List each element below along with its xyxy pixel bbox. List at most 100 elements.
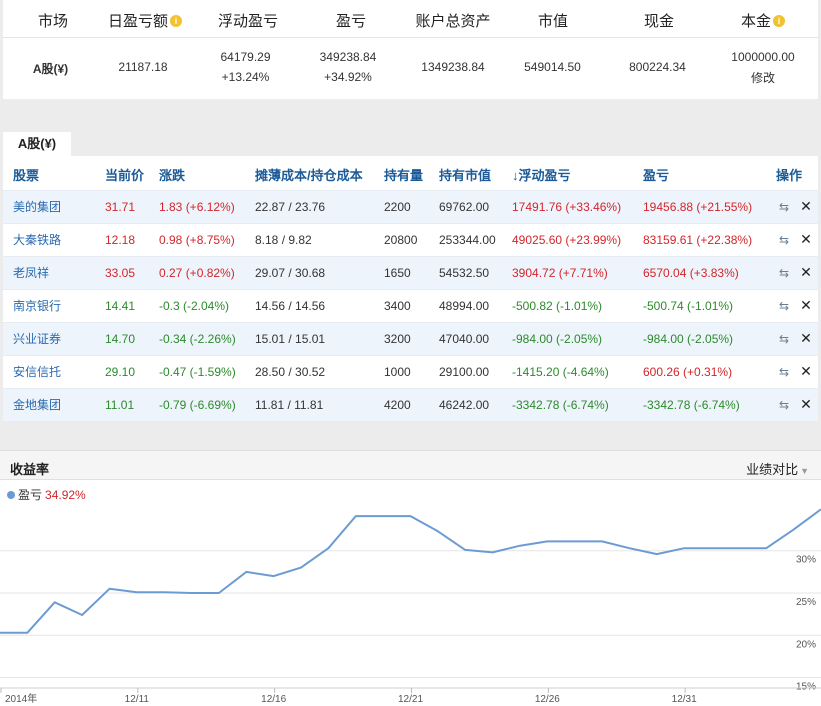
data-point[interactable] bbox=[298, 565, 304, 571]
table-row[interactable]: 安信信托 29.10 -0.47 (-1.59%) 28.50 / 30.52 1000… bbox=[3, 354, 818, 388]
cell-name[interactable]: 大秦铁路 bbox=[3, 222, 95, 256]
col-change[interactable]: 涨跌 bbox=[149, 160, 245, 190]
cell-qty: 2200 bbox=[374, 189, 429, 223]
x-tick-label: 12/16 bbox=[261, 694, 286, 705]
header-market-label: 市场 bbox=[37, 13, 68, 30]
cell-cost: 15.01 / 15.01 bbox=[245, 321, 374, 355]
data-point[interactable] bbox=[599, 538, 605, 544]
cell-value: 253344.00 bbox=[429, 222, 502, 256]
data-point[interactable] bbox=[681, 545, 687, 551]
cell-float-pnl: -984.00 (-2.05%) bbox=[502, 321, 633, 355]
data-point[interactable] bbox=[654, 551, 660, 557]
data-point[interactable] bbox=[24, 630, 30, 636]
data-point[interactable] bbox=[572, 538, 578, 544]
table-row[interactable]: 金地集团 11.01 -0.79 (-6.69%) 11.81 / 11.81 4200… bbox=[3, 387, 818, 421]
data-point[interactable] bbox=[544, 538, 550, 544]
cell-name[interactable]: 老凤祥 bbox=[3, 255, 95, 289]
col-floating-pnl[interactable]: ↓浮动盈亏 bbox=[502, 160, 633, 190]
cell-name[interactable]: 金地集团 bbox=[3, 387, 95, 421]
tab-a-shares[interactable]: A股(¥) bbox=[3, 132, 71, 156]
data-point[interactable] bbox=[134, 589, 140, 595]
data-point[interactable] bbox=[380, 513, 386, 519]
table-row[interactable]: 老凤祥 33.05 0.27 (+0.82%) 29.07 / 30.68 1650 54… bbox=[3, 255, 818, 289]
cell-name[interactable]: 美的集团 bbox=[3, 189, 95, 223]
compare-dropdown[interactable]: 业绩对比 ▼ bbox=[746, 459, 809, 478]
swap-icon[interactable]: ⇆ bbox=[776, 365, 792, 379]
holdings-header-row: 股票 当前价 涨跌 摊薄成本/持仓成本 持有量 持有市值 ↓浮动盈亏 盈亏 操作 bbox=[3, 160, 818, 190]
holdings-body: 美的集团 31.71 1.83 (+6.12%) 22.87 / 23.76 2200 6… bbox=[3, 189, 818, 421]
cell-name[interactable]: 兴业证券 bbox=[3, 321, 95, 355]
cell-name[interactable]: 安信信托 bbox=[3, 354, 95, 388]
cell-cost: 11.81 / 11.81 bbox=[245, 387, 374, 421]
data-point[interactable] bbox=[106, 586, 112, 592]
summary-market-value: 549014.50 bbox=[524, 60, 581, 74]
data-point[interactable] bbox=[79, 612, 85, 618]
data-point[interactable] bbox=[408, 513, 414, 519]
series-line-pnl[interactable] bbox=[0, 508, 821, 634]
cell-actions: ⇆ ✕ bbox=[766, 288, 818, 322]
data-point[interactable] bbox=[435, 528, 441, 534]
swap-icon[interactable]: ⇆ bbox=[776, 332, 792, 346]
col-qty[interactable]: 持有量 bbox=[374, 160, 429, 190]
close-icon[interactable]: ✕ bbox=[798, 330, 814, 347]
col-pnl[interactable]: 盈亏 bbox=[633, 160, 766, 190]
info-icon[interactable]: i bbox=[170, 15, 182, 27]
data-point[interactable] bbox=[161, 589, 167, 595]
returns-line-chart: 15% 20% 25% 30% 2014年 12/11 12/16 12/21 12/26 12/… bbox=[0, 508, 821, 705]
data-point[interactable] bbox=[791, 527, 797, 533]
cell-change: 1.83 (+6.12%) bbox=[149, 189, 245, 223]
cell-name[interactable]: 南京银行 bbox=[3, 288, 95, 322]
swap-icon[interactable]: ⇆ bbox=[776, 200, 792, 214]
data-point[interactable] bbox=[189, 590, 195, 596]
data-point[interactable] bbox=[736, 545, 742, 551]
close-icon[interactable]: ✕ bbox=[798, 297, 814, 314]
header-total-assets: 账户总资产 bbox=[403, 10, 503, 31]
cell-value: 48994.00 bbox=[429, 288, 502, 322]
data-point[interactable] bbox=[52, 599, 58, 605]
data-point[interactable] bbox=[490, 549, 496, 555]
close-icon[interactable]: ✕ bbox=[798, 363, 814, 380]
edit-principal-link[interactable]: 修改 bbox=[718, 69, 808, 86]
cell-actions: ⇆ ✕ bbox=[766, 222, 818, 256]
summary-principal: 1000000.00 bbox=[731, 50, 795, 64]
cell-value: 54532.50 bbox=[429, 255, 502, 289]
table-row[interactable]: 美的集团 31.71 1.83 (+6.12%) 22.87 / 23.76 2200 6… bbox=[3, 189, 818, 223]
swap-icon[interactable]: ⇆ bbox=[776, 299, 792, 313]
close-icon[interactable]: ✕ bbox=[798, 396, 814, 413]
cell-qty: 3400 bbox=[374, 288, 429, 322]
data-point[interactable] bbox=[626, 545, 632, 551]
data-point[interactable] bbox=[353, 513, 359, 519]
close-icon[interactable]: ✕ bbox=[798, 264, 814, 281]
cell-float-pnl: -500.82 (-1.01%) bbox=[502, 288, 633, 322]
close-icon[interactable]: ✕ bbox=[798, 198, 814, 215]
data-point[interactable] bbox=[216, 590, 222, 596]
data-point[interactable] bbox=[325, 545, 331, 551]
table-row[interactable]: 南京银行 14.41 -0.3 (-2.04%) 14.56 / 14.56 3400 4… bbox=[3, 288, 818, 322]
col-value[interactable]: 持有市值 bbox=[429, 160, 502, 190]
data-point[interactable] bbox=[517, 543, 523, 549]
info-icon[interactable]: i bbox=[773, 15, 785, 27]
data-point[interactable] bbox=[243, 569, 249, 575]
y-tick-label: 15% bbox=[796, 682, 816, 693]
cell-cost: 8.18 / 9.82 bbox=[245, 222, 374, 256]
col-price[interactable]: 当前价 bbox=[95, 160, 149, 190]
swap-icon[interactable]: ⇆ bbox=[776, 398, 792, 412]
col-stock[interactable]: 股票 bbox=[3, 160, 95, 190]
col-cost[interactable]: 摊薄成本/持仓成本 bbox=[245, 160, 374, 190]
header-principal-label: 本金 bbox=[740, 13, 771, 30]
cell-qty: 1650 bbox=[374, 255, 429, 289]
data-point[interactable] bbox=[462, 547, 468, 553]
x-tick-label: 2014年 bbox=[5, 692, 37, 705]
data-point[interactable] bbox=[709, 545, 715, 551]
data-point[interactable] bbox=[763, 545, 769, 551]
header-market-value-label: 市值 bbox=[537, 13, 568, 30]
swap-icon[interactable]: ⇆ bbox=[776, 266, 792, 280]
table-row[interactable]: 兴业证券 14.70 -0.34 (-2.26%) 15.01 / 15.01 3200… bbox=[3, 321, 818, 355]
cell-change: -0.47 (-1.59%) bbox=[149, 354, 245, 388]
summary-floating-pnl: 64179.29 bbox=[220, 50, 271, 64]
data-point[interactable] bbox=[271, 573, 277, 579]
swap-icon[interactable]: ⇆ bbox=[776, 233, 792, 247]
table-row[interactable]: 大秦铁路 12.18 0.98 (+8.75%) 8.18 / 9.82 20800 25… bbox=[3, 222, 818, 256]
x-tick-label: 12/21 bbox=[398, 694, 423, 705]
close-icon[interactable]: ✕ bbox=[798, 231, 814, 248]
